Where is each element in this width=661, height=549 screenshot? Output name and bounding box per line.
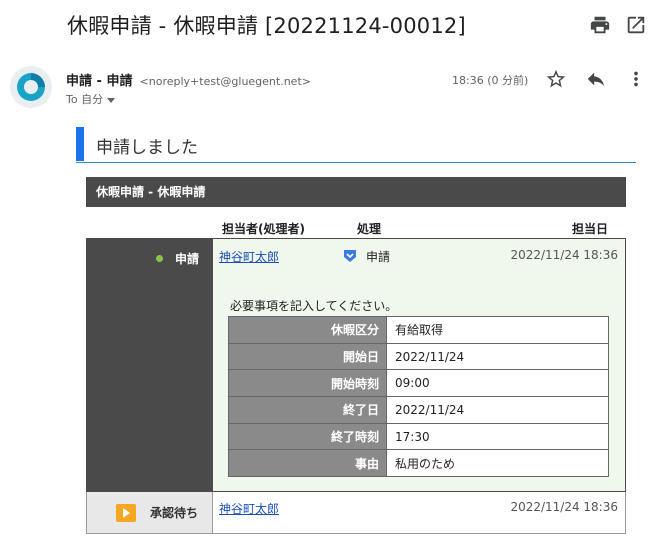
table-row: 終了日 2022/11/24 <box>228 396 609 424</box>
step-action: 申請 <box>366 250 391 264</box>
assignee-link[interactable]: 神谷町太郎 <box>219 248 279 265</box>
field-value: 私用のため <box>386 449 609 478</box>
star-icon[interactable] <box>545 68 567 90</box>
table-row: 事由 私用のため <box>228 449 609 478</box>
pending-detail-cell: 神谷町太郎 2022/11/24 18:36 <box>213 492 626 534</box>
field-label: 開始時刻 <box>228 369 387 398</box>
step-status-label: 申請 <box>175 252 200 266</box>
sender-name: 申請 - 申請 <box>66 74 133 89</box>
more-vert-icon[interactable] <box>625 68 647 90</box>
field-value: 17:30 <box>386 422 609 451</box>
play-icon <box>116 504 136 522</box>
header-action: 処理 <box>357 222 382 236</box>
field-label: 休暇区分 <box>228 316 387 344</box>
field-label: 終了時刻 <box>228 422 387 451</box>
table-row: 休暇区分 有給取得 <box>228 316 609 344</box>
printer-icon[interactable] <box>589 14 611 36</box>
sender-line: 申請 - 申請 <noreply+test@gluegent.net> <box>66 70 311 89</box>
request-detail-table: 休暇区分 有給取得 開始日 2022/11/24 開始時刻 09:00 終了日 … <box>228 316 609 478</box>
step-date: 2022/11/24 18:36 <box>510 248 618 262</box>
field-value: 2022/11/24 <box>386 396 609 424</box>
banner-text: 申請しました <box>96 138 198 158</box>
recipient-label: To 自分 <box>66 93 104 106</box>
table-row: 開始時刻 09:00 <box>228 369 609 398</box>
status-dot-icon <box>156 255 163 262</box>
approver-link[interactable]: 神谷町太郎 <box>219 500 279 517</box>
email-time: 18:36 (0 分前) <box>452 74 529 87</box>
sender-email: <noreply+test@gluegent.net> <box>139 75 311 88</box>
notification-banner: 申請しました <box>76 125 636 163</box>
header-date: 担当日 <box>571 222 608 236</box>
recipient-details[interactable]: To 自分 <box>66 91 116 107</box>
banner-accent-bar <box>76 127 84 161</box>
email-subject: 休暇申請 - 休暇申請 [20221124-00012] <box>67 14 466 38</box>
pending-status-cell: 承認待ち <box>86 492 213 534</box>
field-value: 有給取得 <box>386 316 609 344</box>
field-value: 2022/11/24 <box>386 342 609 371</box>
step-detail-cell: 神谷町太郎 申請 2022/11/24 18:36 必要事項を記入してください。… <box>213 238 626 492</box>
reply-icon[interactable] <box>585 68 607 90</box>
pending-date: 2022/11/24 18:36 <box>510 500 618 514</box>
step-note: 必要事項を記入してください。 <box>230 299 398 313</box>
field-value: 09:00 <box>386 369 609 398</box>
header-assignee: 担当者(処理者) <box>222 222 305 236</box>
open-in-new-icon[interactable] <box>625 14 647 36</box>
chevron-down-icon <box>107 97 116 103</box>
down-arrow-badge-icon <box>343 249 357 263</box>
field-label: 開始日 <box>228 342 387 371</box>
workflow-title: 休暇申請 - 休暇申請 <box>86 177 626 207</box>
table-row: 終了時刻 17:30 <box>228 422 609 451</box>
field-label: 終了日 <box>228 396 387 424</box>
sender-avatar[interactable] <box>10 66 52 108</box>
field-label: 事由 <box>228 449 387 478</box>
pending-status-label: 承認待ち <box>150 506 199 520</box>
table-row: 開始日 2022/11/24 <box>228 342 609 371</box>
step-status-cell: 申請 <box>86 238 213 492</box>
